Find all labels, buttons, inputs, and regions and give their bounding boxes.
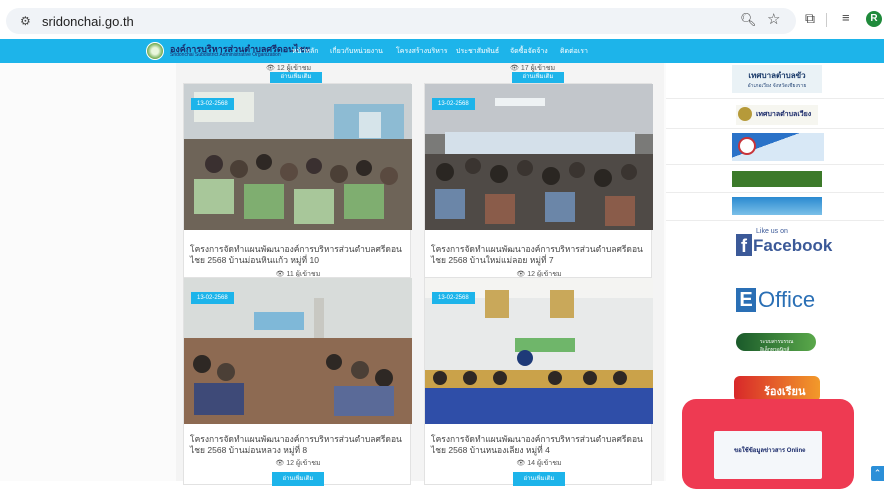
facebook-banner[interactable]: f Like us on Facebook bbox=[734, 224, 832, 268]
banner-khua-title: เทศบาลตำบลขัว bbox=[748, 71, 806, 80]
site-logo-icon[interactable] bbox=[146, 42, 164, 60]
views-count: 👁 12 ผู้เข้าชม bbox=[275, 460, 321, 467]
read-more-button[interactable]: อ่านเพิ่มเติม bbox=[513, 472, 565, 486]
news-title[interactable]: โครงการจัดทำแผนพัฒนาองค์การบริหารส่วนตำบ… bbox=[190, 434, 406, 456]
news-card[interactable]: 13-02-2568 โครงการจัดทำแผนพัฒนาองค์การบร… bbox=[424, 277, 653, 486]
date-badge: 13-02-2568 bbox=[191, 292, 234, 304]
facebook-icon: f bbox=[736, 234, 752, 256]
emblem-icon bbox=[738, 137, 756, 155]
site-navbar: องค์การบริหารส่วนตำบลศรีดอนไชย Sridoncha… bbox=[0, 39, 884, 63]
profile-avatar[interactable]: R bbox=[866, 11, 882, 27]
news-title[interactable]: โครงการจัดทำแผนพัฒนาองค์การบริหารส่วนตำบ… bbox=[431, 244, 647, 266]
read-more-button[interactable]: อ่านเพิ่มเติม bbox=[270, 72, 322, 83]
sidebar-banner-row[interactable]: เทศบาลตำบลขัว อำเภอเวียง จังหวัดเชียงราย bbox=[666, 63, 884, 99]
news-card[interactable]: 13-02-2568 โครงการจัดทำแผนพัฒนาองค์การบร… bbox=[183, 83, 412, 279]
sidebar-banner-row[interactable]: เทศบาลตำบลเวียง bbox=[666, 99, 884, 129]
facebook-word: Facebook bbox=[753, 236, 833, 255]
banner-wiang[interactable]: เทศบาลตำบลเวียง bbox=[736, 105, 818, 125]
nav-item-contact[interactable]: ติดต่อเรา bbox=[560, 46, 588, 57]
info-online-text: ขอใช้ข้อมูลข่าวสาร Online bbox=[734, 448, 806, 454]
banner-khua[interactable]: เทศบาลตำบลขัว อำเภอเวียง จังหวัดเชียงราย bbox=[732, 65, 822, 93]
nav-item-news[interactable]: ประชาสัมพันธ์ bbox=[456, 46, 499, 57]
site-info-icon[interactable]: ⚙ bbox=[20, 14, 34, 28]
banner-blue-2[interactable] bbox=[732, 197, 822, 215]
extensions-icon[interactable]: ⧉ bbox=[805, 10, 815, 27]
bookmark-star-icon[interactable]: ☆ bbox=[767, 10, 780, 28]
browser-toolbar: ⚙ sridonchai.go.th 🔍︎ ☆ ⧉ ≡ R bbox=[0, 0, 884, 38]
address-bar[interactable]: ⚙ sridonchai.go.th bbox=[6, 8, 796, 34]
date-badge: 13-02-2568 bbox=[191, 98, 234, 110]
sidebar-banner-row[interactable] bbox=[666, 165, 884, 193]
news-card[interactable]: 13-02-2568 โครงการจัดทำแผนพัฒนาองค์การบร… bbox=[183, 277, 412, 486]
banner-green-1[interactable] bbox=[732, 171, 822, 187]
info-online-card[interactable]: ขอใช้ข้อมูลข่าวสาร Online bbox=[714, 431, 822, 479]
scroll-top-button[interactable]: ⌃ bbox=[871, 466, 884, 481]
nav-item-procurement[interactable]: จัดซื้อจัดจ้าง bbox=[510, 46, 548, 57]
zoom-icon[interactable]: 🔍︎ bbox=[740, 12, 757, 28]
news-card[interactable]: 13-02-2568 โครงการจัดทำแผนพัฒนาองค์การบร… bbox=[424, 83, 653, 279]
media-control-icon[interactable]: ≡ bbox=[842, 10, 850, 25]
views-count: 👁 14 ผู้เข้าชม bbox=[516, 460, 562, 467]
seal-icon bbox=[738, 107, 752, 121]
eoffice-word: Office bbox=[758, 287, 816, 312]
url-text[interactable]: sridonchai.go.th bbox=[42, 14, 134, 29]
popup-widget[interactable]: ขอใช้ข้อมูลข่าวสาร Online bbox=[682, 399, 854, 489]
facebook-like-text: Like us on bbox=[756, 228, 788, 235]
news-title[interactable]: โครงการจัดทำแผนพัฒนาองค์การบริหารส่วนตำบ… bbox=[190, 244, 406, 266]
banner-wiang-title: เทศบาลตำบลเวียง bbox=[756, 111, 812, 118]
read-more-button[interactable]: อ่านเพิ่มเติม bbox=[512, 72, 564, 83]
date-badge: 13-02-2568 bbox=[432, 98, 475, 110]
banner-khua-sub: อำเภอเวียง จังหวัดเชียงราย bbox=[747, 83, 807, 89]
sidebar-banner-row[interactable] bbox=[666, 129, 884, 165]
toolbar-separator bbox=[826, 13, 827, 27]
read-more-button[interactable]: อ่านเพิ่มเติม bbox=[272, 472, 324, 486]
nav-item-about[interactable]: เกี่ยวกับหน่วยงาน bbox=[330, 46, 383, 57]
site-subtitle: Sridonchai Subdistrict Administrative Or… bbox=[170, 52, 281, 58]
date-badge: 13-02-2568 bbox=[432, 292, 475, 304]
complaint-text: ร้องเรียน bbox=[764, 386, 806, 398]
nav-item-structure[interactable]: โครงสร้างบริหาร bbox=[396, 46, 448, 57]
eoffice-banner[interactable]: E Office bbox=[736, 287, 815, 313]
saraban-banner[interactable]: ระบบสารบรรณอิเล็กทรอนิกส์ bbox=[736, 333, 816, 353]
sidebar-banner-row[interactable] bbox=[666, 193, 884, 221]
news-title[interactable]: โครงการจัดทำแผนพัฒนาองค์การบริหารส่วนตำบ… bbox=[431, 434, 647, 456]
nav-item-home[interactable]: หน้าหลัก bbox=[292, 46, 318, 57]
eoffice-icon: E bbox=[736, 288, 756, 312]
banner-blue[interactable] bbox=[732, 133, 824, 161]
saraban-text: ระบบสารบรรณอิเล็กทรอนิกส์ bbox=[760, 339, 794, 353]
